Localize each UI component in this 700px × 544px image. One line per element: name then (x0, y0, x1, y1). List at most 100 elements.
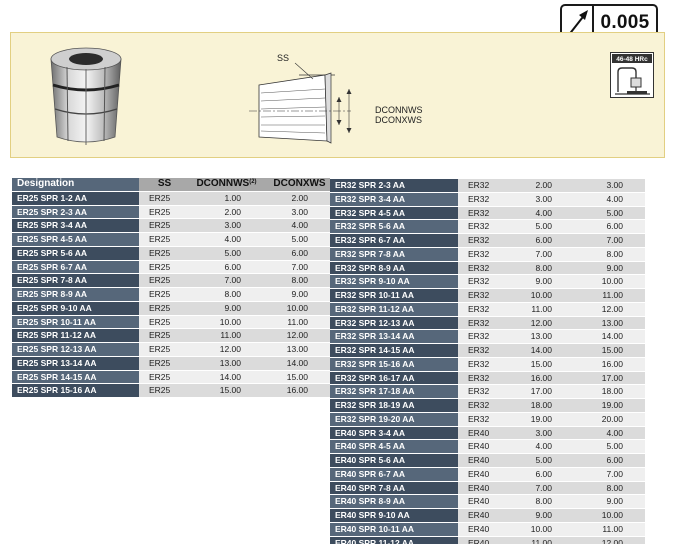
table-row: ER32 SPR 2-3 AA ER32 2.00 3.00 (330, 178, 645, 193)
cell-ss: ER32 (458, 398, 514, 413)
cell-ss: ER32 (458, 246, 514, 261)
cell-dconxws: 2.00 (263, 190, 336, 205)
table-row: ER32 SPR 7-8 AA ER32 7.00 8.00 (330, 246, 645, 261)
cell-designation: ER25 SPR 6-7 AA (12, 259, 139, 274)
cell-dconxws: 6.00 (263, 245, 336, 260)
table-row: ER40 SPR 3-4 AA ER40 3.00 4.00 (330, 425, 645, 440)
cell-dconnws: 11.00 (190, 328, 263, 343)
cell-dconxws: 9.00 (586, 260, 645, 275)
table-row: ER32 SPR 14-15 AA ER32 14.00 15.00 (330, 343, 645, 358)
cell-designation: ER25 SPR 2-3 AA (12, 204, 139, 219)
cell-dconnws: 6.00 (190, 259, 263, 274)
cell-dconxws: 6.00 (586, 219, 645, 234)
cell-dconnws: 5.00 (514, 219, 586, 234)
cell-dconxws: 7.00 (263, 259, 336, 274)
cell-ss: ER40 (458, 439, 514, 454)
cell-dconnws: 12.00 (190, 342, 263, 357)
cell-ss: ER25 (139, 383, 190, 397)
cell-dconxws: 6.00 (586, 453, 645, 468)
cell-dconnws: 7.00 (514, 246, 586, 261)
cell-dconxws: 10.00 (586, 508, 645, 523)
cell-ss: ER40 (458, 480, 514, 495)
cell-designation: ER25 SPR 14-15 AA (12, 369, 139, 384)
cell-designation: ER25 SPR 3-4 AA (12, 218, 139, 233)
cell-ss: ER32 (458, 370, 514, 385)
cell-dconnws: 2.00 (190, 204, 263, 219)
table-row: ER32 SPR 3-4 AA ER32 3.00 4.00 (330, 191, 645, 206)
cell-designation: ER32 SPR 9-10 AA (330, 274, 458, 289)
cell-ss: ER32 (458, 288, 514, 303)
cell-dconnws: 19.00 (514, 411, 586, 426)
cell-dconnws: 14.00 (190, 369, 263, 384)
cell-designation: ER25 SPR 10-11 AA (12, 314, 139, 329)
header-dconnws: DCONNWS(2) (190, 178, 263, 192)
table-row: ER25 SPR 12-13 AA ER25 12.00 13.00 (12, 342, 336, 357)
cell-ss: ER32 (458, 274, 514, 289)
table-row: ER32 SPR 15-16 AA ER32 15.00 16.00 (330, 356, 645, 371)
cell-dconnws: 9.00 (514, 508, 586, 523)
cell-dconnws: 6.00 (514, 233, 586, 248)
cell-dconxws: 20.00 (586, 411, 645, 426)
cell-dconnws: 13.00 (514, 329, 586, 344)
collet-table-right: ER32 SPR 2-3 AA ER32 2.00 3.00 ER32 SPR 3-4 … (330, 178, 645, 544)
table-row: ER40 SPR 4-5 AA ER40 4.00 5.00 (330, 439, 645, 454)
table-row: ER32 SPR 11-12 AA ER32 11.00 12.00 (330, 301, 645, 316)
cell-designation: ER40 SPR 9-10 AA (330, 508, 458, 523)
cell-dconnws: 4.00 (514, 205, 586, 220)
cell-dconxws: 13.00 (586, 315, 645, 330)
table-row: ER25 SPR 10-11 AA ER25 10.00 11.00 (12, 314, 336, 329)
cell-designation: ER32 SPR 8-9 AA (330, 260, 458, 275)
cell-designation: ER32 SPR 10-11 AA (330, 288, 458, 303)
table-row: ER25 SPR 4-5 AA ER25 4.00 5.00 (12, 232, 336, 247)
cell-designation: ER25 SPR 11-12 AA (12, 328, 139, 343)
cell-ss: ER32 (458, 233, 514, 248)
table-row: ER32 SPR 10-11 AA ER32 10.00 11.00 (330, 288, 645, 303)
table-row: ER32 SPR 5-6 AA ER32 5.00 6.00 (330, 219, 645, 234)
cell-dconnws: 18.00 (514, 398, 586, 413)
cell-ss: ER32 (458, 356, 514, 371)
table-row: ER40 SPR 7-8 AA ER40 7.00 8.00 (330, 480, 645, 495)
cell-dconnws: 9.00 (514, 274, 586, 289)
cell-dconnws: 9.00 (190, 300, 263, 315)
cell-dconnws: 3.00 (514, 191, 586, 206)
cell-dconxws: 15.00 (586, 343, 645, 358)
cell-dconxws: 13.00 (263, 342, 336, 357)
table-row: ER40 SPR 11-12 AA ER40 11.00 12.00 (330, 535, 645, 544)
cell-designation: ER25 SPR 9-10 AA (12, 300, 139, 315)
table-row: ER40 SPR 9-10 AA ER40 9.00 10.00 (330, 508, 645, 523)
table-row: ER25 SPR 5-6 AA ER25 5.00 6.00 (12, 245, 336, 260)
cell-designation: ER32 SPR 15-16 AA (330, 356, 458, 371)
cell-ss: ER25 (139, 259, 190, 274)
cell-ss: ER25 (139, 245, 190, 260)
cell-ss: ER25 (139, 342, 190, 357)
cell-ss: ER25 (139, 273, 190, 288)
label-dconxws: DCONXWS (375, 115, 422, 125)
cell-dconxws: 10.00 (586, 274, 645, 289)
cell-dconnws: 2.00 (514, 178, 586, 193)
table-row: ER32 SPR 9-10 AA ER32 9.00 10.00 (330, 274, 645, 289)
table-row: ER40 SPR 8-9 AA ER40 8.00 9.00 (330, 494, 645, 509)
cell-ss: ER25 (139, 190, 190, 205)
cell-dconnws: 14.00 (514, 343, 586, 358)
cell-designation: ER40 SPR 8-9 AA (330, 494, 458, 509)
cell-dconnws: 7.00 (514, 480, 586, 495)
cell-dconnws: 10.00 (190, 314, 263, 329)
cell-dconnws: 8.00 (514, 494, 586, 509)
cell-dconxws: 8.00 (586, 246, 645, 261)
cell-designation: ER32 SPR 14-15 AA (330, 343, 458, 358)
cell-dconnws: 1.00 (190, 190, 263, 205)
cell-designation: ER40 SPR 10-11 AA (330, 521, 458, 536)
cell-designation: ER25 SPR 12-13 AA (12, 342, 139, 357)
cell-ss: ER32 (458, 260, 514, 275)
table-row: ER25 SPR 11-12 AA ER25 11.00 12.00 (12, 328, 336, 343)
cell-ss: ER40 (458, 521, 514, 536)
cell-ss: ER40 (458, 508, 514, 523)
cell-designation: ER32 SPR 6-7 AA (330, 233, 458, 248)
cell-dconxws: 16.00 (586, 356, 645, 371)
cell-dconxws: 8.00 (263, 273, 336, 288)
cell-dconxws: 17.00 (586, 370, 645, 385)
cell-dconxws: 5.00 (586, 439, 645, 454)
table-row: ER32 SPR 12-13 AA ER32 12.00 13.00 (330, 315, 645, 330)
table-row: ER40 SPR 6-7 AA ER40 6.00 7.00 (330, 466, 645, 481)
cell-designation: ER25 SPR 7-8 AA (12, 273, 139, 288)
